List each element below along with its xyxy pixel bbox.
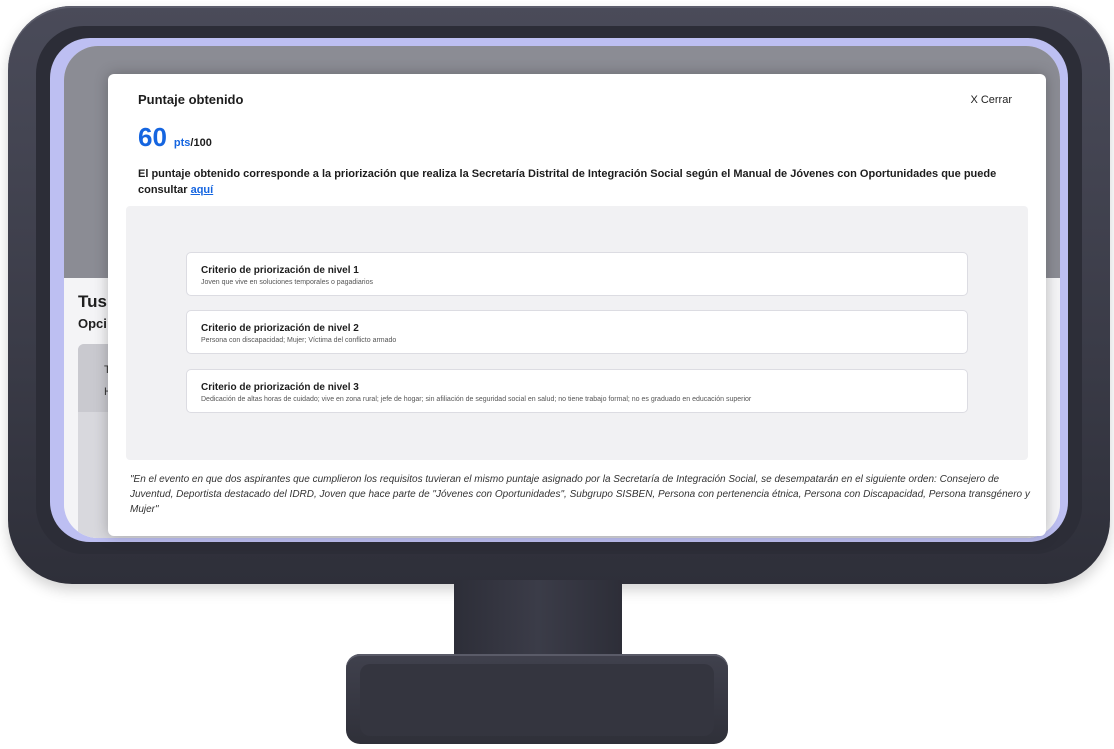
manual-link[interactable]: aquí xyxy=(191,184,214,196)
criteria-card-level-2: Criterio de priorización de nivel 2 Pers… xyxy=(186,310,968,354)
score-total: /100 xyxy=(190,137,212,149)
criteria-description: Dedicación de altas horas de cuidado; vi… xyxy=(201,396,752,403)
criteria-card-level-3: Criterio de priorización de nivel 3 Dedi… xyxy=(186,369,968,413)
criteria-card-level-1: Criterio de priorización de nivel 1 Jove… xyxy=(186,252,968,296)
background-page-subtitle: Opci xyxy=(78,316,107,331)
criteria-panel: Criterio de priorización de nivel 1 Jove… xyxy=(126,206,1028,460)
score-unit: pts xyxy=(173,137,191,149)
score-modal: Puntaje obtenido X Cerrar 60 pts /100 El… xyxy=(108,74,1046,536)
criteria-title: Criterio de priorización de nivel 3 xyxy=(201,382,359,393)
criteria-title: Criterio de priorización de nivel 2 xyxy=(201,323,359,334)
monitor-illustration: Tus Opci T H Puntaje obtenido X Cerrar 6… xyxy=(0,0,1114,749)
close-button[interactable]: X Cerrar xyxy=(970,94,1012,106)
score-display: 60 pts /100 xyxy=(138,124,212,150)
criteria-title: Criterio de priorización de nivel 1 xyxy=(201,265,359,276)
monitor-neck xyxy=(454,580,622,658)
background-page-title: Tus xyxy=(78,292,107,311)
criteria-description: Joven que vive en soluciones temporales … xyxy=(201,279,373,286)
description-text: El puntaje obtenido corresponde a la pri… xyxy=(138,168,997,196)
tiebreak-footnote: "En el evento en que dos aspirantes que … xyxy=(130,474,1030,515)
close-button-label: X Cerrar xyxy=(970,94,1012,106)
monitor-base-top xyxy=(360,664,714,736)
score-description: El puntaje obtenido corresponde a la pri… xyxy=(138,166,1018,198)
criteria-description: Persona con discapacidad; Mujer; Víctima… xyxy=(201,337,397,344)
modal-title: Puntaje obtenido xyxy=(138,92,244,107)
score-value: 60 xyxy=(138,122,167,152)
